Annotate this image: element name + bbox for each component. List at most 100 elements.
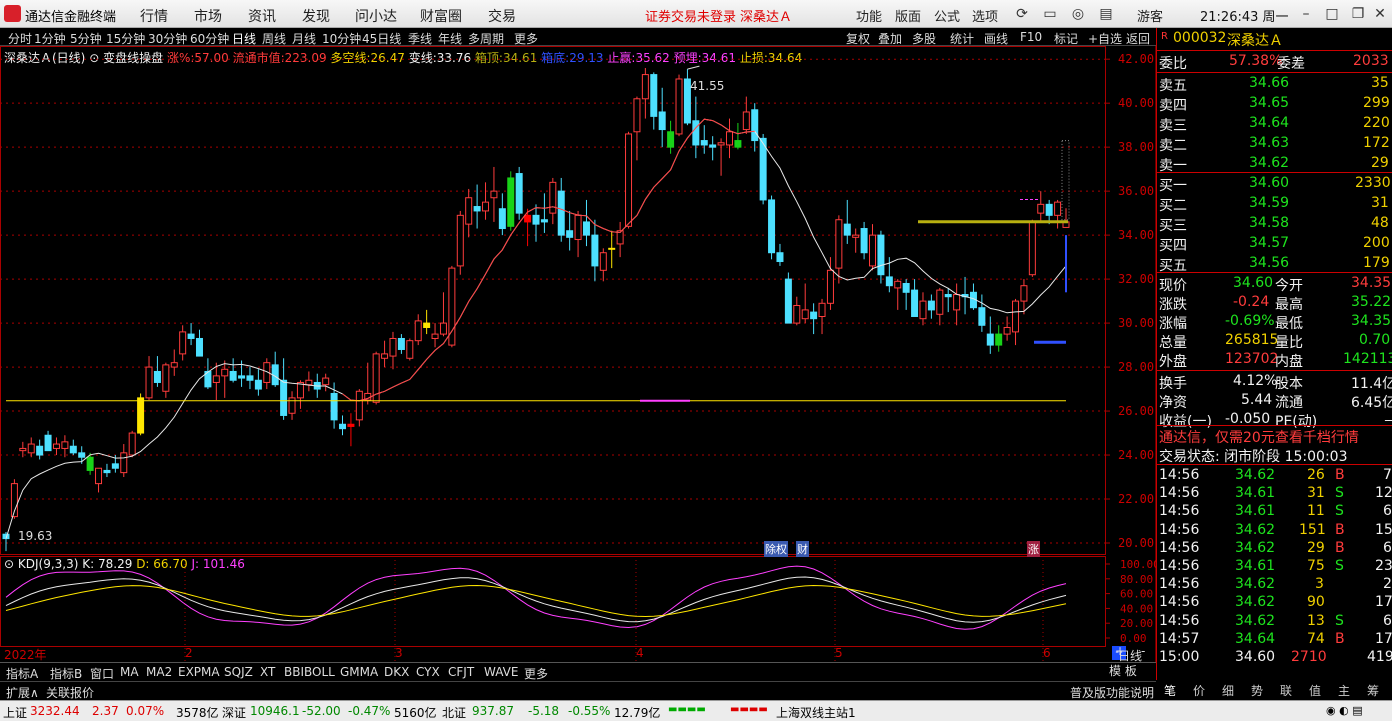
period-year[interactable]: 年线 [438,30,462,47]
menu-gongshi[interactable]: 公式 [934,6,960,25]
related-quote[interactable]: 关联报价 [46,684,94,701]
stat-row[interactable]: 涨跌 -0.24 最高 35.22 [1157,293,1392,313]
period-quarter[interactable]: 季线 [408,30,432,47]
tab-zhibiao-b[interactable]: 指标B [50,665,82,682]
menu-zixun[interactable]: 资讯 [248,6,276,26]
tab-ma2[interactable]: MA2 [146,665,172,679]
close-icon[interactable]: ✕ [1370,4,1390,24]
stat-row[interactable]: 总量 265815 量比 0.70 [1157,331,1392,351]
sz-label[interactable]: 深证 [222,704,246,721]
tab-ma[interactable]: MA [120,665,139,679]
tab-cfjt[interactable]: CFJT [448,665,474,679]
tool-diejia[interactable]: 叠加 [878,30,902,47]
tick-row[interactable]: 14:56 34.61 11 S 6 [1157,502,1392,521]
panel-tab[interactable]: 联 [1280,682,1292,699]
tab-dkx[interactable]: DKX [384,665,409,679]
tab-wave[interactable]: WAVE [484,665,518,679]
bid-row[interactable]: 买二 34.59 31 [1157,194,1392,214]
user-label[interactable]: 游客 [1137,6,1163,25]
tool-zixuan[interactable]: +自选 [1088,30,1122,47]
extension-toggle[interactable]: 扩展∧ [6,684,39,701]
event-zhang[interactable]: 涨 [1027,541,1040,557]
tab-gmma[interactable]: GMMA [340,665,378,679]
tick-row[interactable]: 14:56 34.62 151 B 15 [1157,521,1392,540]
ask-row[interactable]: 卖四 34.65 299 [1157,94,1392,114]
period-60min[interactable]: 60分钟 [190,30,229,47]
server-name[interactable]: 上海双线主站1 [776,704,856,721]
menu-faxian[interactable]: 发现 [302,6,330,26]
panel-tab[interactable]: 主 [1338,682,1350,699]
menu-caifuquan[interactable]: 财富圈 [420,6,462,26]
tick-row[interactable]: 14:56 34.62 26 B 7 [1157,466,1392,485]
menu-banmian[interactable]: 版面 [895,6,921,25]
minimize-icon[interactable]: – [1296,4,1316,24]
tab-sqjz[interactable]: SQJZ [224,665,253,679]
tool-tongji[interactable]: 统计 [950,30,974,47]
tool-huaxian[interactable]: 画线 [984,30,1008,47]
event-cai[interactable]: 财 [796,541,809,557]
minus-button[interactable]: - [1141,644,1145,658]
template-button[interactable]: 模 板 [1109,662,1155,680]
tool-biaoji[interactable]: 标记 [1054,30,1078,47]
period-10min[interactable]: 10分钟 [322,30,361,47]
menu-gongneng[interactable]: 功能 [856,6,882,25]
edition-info[interactable]: 普及版功能说明 [1070,684,1154,701]
menu-shichang[interactable]: 市场 [194,6,222,26]
period-weekly[interactable]: 周线 [262,30,286,47]
tab-xt[interactable]: XT [260,665,275,679]
panel-tab[interactable]: 笔 [1164,682,1176,699]
sh-label[interactable]: 上证 [3,704,27,721]
tick-row[interactable]: 14:56 34.61 31 S 12 [1157,484,1392,503]
tab-more[interactable]: 更多 [524,665,548,682]
tick-row[interactable]: 14:56 34.62 90 17 [1157,593,1392,612]
panel-tab[interactable]: 细 [1222,682,1234,699]
chat-icon[interactable]: ▤ [1096,4,1116,24]
tool-f10[interactable]: F10 [1020,30,1042,44]
tick-row[interactable]: 15:00 34.60 2710 419 [1157,648,1392,667]
menu-wenxiaoda[interactable]: 问小达 [355,6,397,26]
bid-row[interactable]: 买一 34.60 2330 [1157,174,1392,194]
panel-tab[interactable]: 筹 [1367,682,1379,699]
period-fenshi[interactable]: 分时 [8,30,32,47]
ad-row[interactable]: 通达信，仅需20元查看千档行情 [1157,426,1392,447]
tab-bbiboll[interactable]: BBIBOLL [284,665,335,679]
ask-row[interactable]: 卖二 34.63 172 [1157,134,1392,154]
stat-row[interactable]: 涨幅 -0.69% 最低 34.35 [1157,312,1392,332]
panel-tab[interactable]: 值 [1309,682,1321,699]
tool-duogu[interactable]: 多股 [912,30,936,47]
period-30min[interactable]: 30分钟 [148,30,187,47]
tool-fuquan[interactable]: 复权 [846,30,870,47]
tick-row[interactable]: 14:56 34.62 13 S 6 [1157,612,1392,631]
tab-window[interactable]: 窗口 [90,665,114,682]
panel-tab[interactable]: 势 [1251,682,1263,699]
ask-row[interactable]: 卖三 34.64 220 [1157,114,1392,134]
ask-row[interactable]: 卖五 34.66 35 [1157,74,1392,94]
period-15min[interactable]: 15分钟 [106,30,145,47]
period-daily[interactable]: 日线 [232,30,256,47]
tick-row[interactable]: 14:56 34.62 29 B 6 [1157,539,1392,558]
panel-tab[interactable]: 价 [1193,682,1205,699]
stat-row[interactable]: 换手 4.12% 股本 11.4亿 [1157,372,1392,392]
plus-button[interactable]: + [1115,644,1125,658]
bid-row[interactable]: 买四 34.57 200 [1157,234,1392,254]
layout-icon[interactable]: ▭ [1040,4,1060,24]
menu-xuanxiang[interactable]: 选项 [972,6,998,25]
bz-label[interactable]: 北证 [442,704,466,721]
bid-row[interactable]: 买五 34.56 179 [1157,254,1392,274]
period-more[interactable]: 更多 [514,30,538,47]
stock-link[interactable]: 深桑达Ａ [740,6,792,25]
period-1min[interactable]: 1分钟 [34,30,66,47]
kdj-dropdown-icon[interactable]: ⊙ [4,557,14,571]
tab-cyx[interactable]: CYX [416,665,440,679]
stat-row[interactable]: 现价 34.60 今开 34.35 [1157,274,1392,294]
ad-text[interactable]: 通达信，仅需20元查看千档行情 [1159,427,1359,447]
tick-row[interactable]: 14:57 34.64 74 B 17 [1157,630,1392,649]
stat-row[interactable]: 外盘 123702 内盘 142113 [1157,350,1392,370]
refresh-icon[interactable]: ⟳ [1012,4,1032,24]
broadcast-icon[interactable]: ◎ [1068,4,1088,24]
period-45day[interactable]: 45日线 [362,30,401,47]
stat-row[interactable]: 净资 5.44 流通 6.45亿 [1157,391,1392,411]
tray-icons[interactable]: ◉ ◐ ▤ [1326,704,1363,717]
restore-icon[interactable]: ❐ [1348,4,1368,24]
period-multi[interactable]: 多周期 [468,30,504,47]
